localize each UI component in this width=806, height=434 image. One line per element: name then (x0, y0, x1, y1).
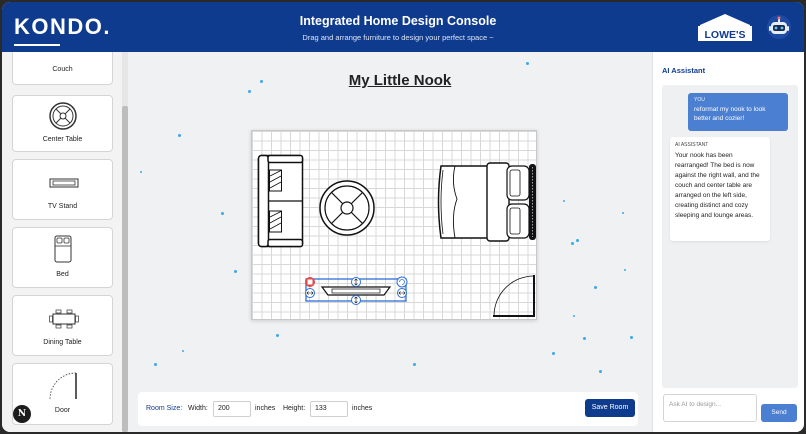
sidebar-item-couch[interactable]: Couch (12, 52, 113, 85)
message-sender: YOU (694, 97, 705, 103)
bed-furniture[interactable] (435, 161, 539, 243)
center-table-furniture[interactable] (318, 179, 376, 237)
couch-furniture[interactable] (257, 154, 304, 248)
room-title[interactable]: My Little Nook (128, 72, 672, 89)
chat-input[interactable]: Ask AI to design... (663, 394, 757, 422)
decor-dot (624, 269, 626, 271)
sidebar-item-label: TV Stand (47, 203, 78, 210)
design-canvas: My Little Nook Room Size: Width: 200 inc… (128, 52, 652, 432)
width-label: Width: (188, 405, 208, 412)
door-furniture[interactable] (492, 274, 536, 318)
kondo-logo[interactable]: KONDO. (14, 14, 111, 40)
decor-dot (622, 212, 624, 214)
width-unit-label: inches (255, 405, 276, 412)
decor-dot (182, 350, 184, 352)
sidebar-item-tv-stand[interactable]: TV Stand (12, 159, 113, 220)
app-title: Integrated Home Design Console (299, 14, 497, 28)
sidebar-item-bed[interactable]: Bed (12, 227, 113, 288)
lowes-logo-text: LOWE'S (705, 29, 746, 41)
bed-icon (54, 235, 72, 263)
decor-dot (276, 334, 279, 337)
sidebar-item-label: Dining Table (43, 339, 82, 346)
door-icon (49, 372, 77, 400)
center-table-icon (49, 102, 77, 130)
user-message: YOU reformat my nook to look better and … (688, 93, 788, 131)
height-input[interactable]: 133 (310, 401, 348, 417)
tv-stand-icon (49, 178, 79, 188)
dining-table-icon (49, 309, 79, 329)
decor-dot (630, 336, 633, 339)
message-text: reformat my nook to look better and cozi… (694, 106, 766, 122)
room-grid[interactable] (251, 130, 537, 320)
decor-dot (594, 286, 597, 289)
room-size-label: Room Size: (146, 405, 183, 412)
decor-dot (576, 239, 579, 242)
decor-dot (178, 134, 181, 137)
sidebar-item-dining-table[interactable]: Dining Table (12, 295, 113, 356)
decor-dot (234, 270, 237, 273)
decor-dot (140, 171, 142, 173)
furniture-sidebar: Couch Center Table TV Stand Bed Dining T… (2, 52, 126, 432)
lowes-logo: LOWE'S (698, 14, 752, 41)
save-room-button[interactable]: Save Room (585, 399, 635, 417)
chat-title: AI Assistant (662, 66, 706, 75)
app-badge-icon[interactable]: N (13, 405, 31, 423)
decor-dot (571, 242, 574, 245)
decor-dot (221, 212, 224, 215)
decor-dot (552, 352, 555, 355)
rotate-furniture-icon (396, 276, 408, 288)
assistant-message: AI ASSISTANT Your nook has been rearrang… (670, 137, 770, 241)
tv-stand-furniture[interactable] (300, 273, 412, 309)
sidebar-item-label: Couch (52, 66, 73, 73)
room-size-toolbar: Room Size: Width: 200 inches Height: 133… (138, 392, 638, 426)
sidebar-item-label: Center Table (42, 136, 83, 143)
ai-assistant-panel: AI Assistant YOU reformat my nook to loo… (652, 52, 804, 432)
app-header: KONDO. Integrated Home Design Console Dr… (2, 2, 804, 52)
logo-underline (14, 44, 60, 46)
decor-dot (599, 370, 602, 373)
message-text: Your nook has been rearranged! The bed i… (675, 152, 760, 219)
sidebar-item-label: Bed (56, 271, 69, 278)
width-input[interactable]: 200 (213, 401, 251, 417)
robot-assistant-icon[interactable] (766, 14, 792, 40)
height-label: Height: (283, 405, 306, 412)
decor-dot (413, 363, 416, 366)
decor-dot (583, 337, 586, 340)
app-subtitle: Drag and arrange furniture to design you… (302, 33, 494, 42)
decor-dot (573, 315, 575, 317)
decor-dot (526, 62, 529, 65)
send-button[interactable]: Send (761, 404, 797, 422)
decor-dot (248, 90, 251, 93)
message-sender: AI ASSISTANT (675, 142, 709, 148)
decor-dot (563, 200, 565, 202)
decor-dot (154, 363, 157, 366)
height-unit-label: inches (352, 405, 373, 412)
sidebar-item-center-table[interactable]: Center Table (12, 95, 113, 152)
chat-messages[interactable]: YOU reformat my nook to look better and … (662, 85, 798, 388)
app-window: KONDO. Integrated Home Design Console Dr… (2, 2, 804, 432)
